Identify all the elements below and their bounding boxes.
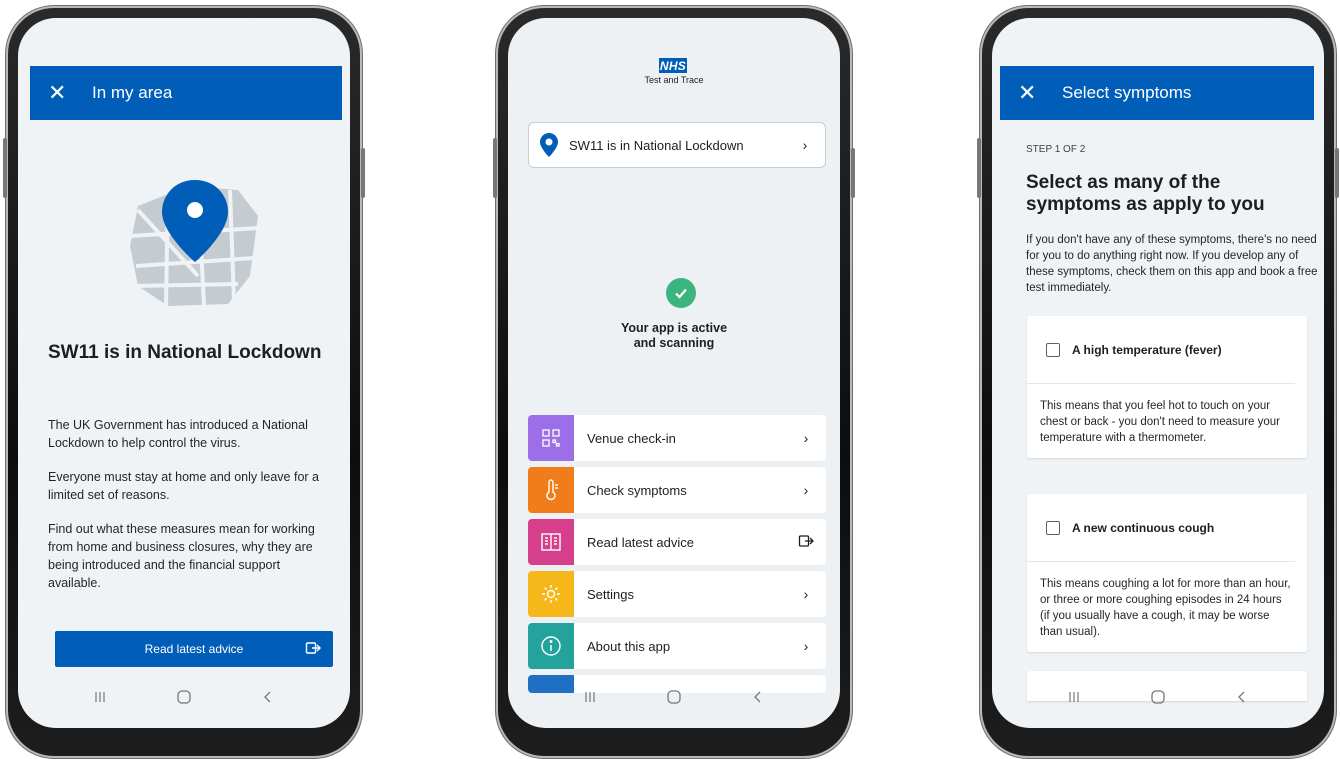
- logo-subtitle: Test and Trace: [644, 75, 704, 85]
- home-menu: Venue check-in › Check symptoms › Read l…: [528, 415, 826, 699]
- menu-item-settings[interactable]: Settings ›: [528, 571, 826, 617]
- map-pin-illustration: [129, 180, 259, 307]
- menu-label: Settings: [587, 586, 634, 602]
- page-title: Select symptoms: [1062, 83, 1192, 102]
- symptoms-heading: Select as many of the symptoms as apply …: [1026, 172, 1265, 215]
- chevron-right-icon: ›: [803, 638, 809, 654]
- close-icon[interactable]: ✕: [1018, 82, 1052, 104]
- recent-apps-icon[interactable]: [1059, 682, 1089, 712]
- chevron-right-icon: ›: [803, 586, 809, 602]
- lockdown-paragraph-1: The UK Government has introduced a Natio…: [48, 418, 308, 450]
- symptom-header: A new continuous cough: [1027, 494, 1295, 562]
- read-latest-advice-button[interactable]: Read latest advice: [55, 631, 333, 667]
- app-bar: ✕ In my area: [30, 66, 342, 120]
- menu-label: About this app: [587, 638, 671, 654]
- area-status-label: SW11 is in National Lockdown: [569, 137, 744, 153]
- menu-item-check-symptoms[interactable]: Check symptoms ›: [528, 467, 826, 513]
- menu-label: Check symptoms: [587, 482, 687, 498]
- area-status-card[interactable]: SW11 is in National Lockdown ›: [528, 122, 826, 168]
- chevron-right-icon: ›: [803, 482, 809, 498]
- external-link-icon: [786, 533, 826, 552]
- phone-select-symptoms: ✕ Select symptoms STEP 1 OF 2 Select as …: [977, 8, 1339, 756]
- screen-select-symptoms: ✕ Select symptoms STEP 1 OF 2 Select as …: [992, 18, 1324, 728]
- step-indicator: STEP 1 OF 2: [1026, 144, 1086, 155]
- symptom-name: A new continuous cough: [1072, 520, 1215, 535]
- symptom-checkbox[interactable]: [1046, 342, 1060, 357]
- android-nav-bar: [992, 666, 1324, 728]
- lockdown-paragraph-3: Find out what these measures mean for wo…: [48, 522, 315, 590]
- menu-item-venue-check-in[interactable]: Venue check-in ›: [528, 415, 826, 461]
- symptom-description: This means coughing a lot for more than …: [1040, 578, 1291, 638]
- button-label: Read latest advice: [144, 642, 244, 656]
- recent-apps-icon[interactable]: [85, 682, 115, 712]
- chevron-right-icon: ›: [802, 137, 808, 153]
- home-icon[interactable]: [659, 682, 689, 712]
- symptoms-intro: If you don't have any of these symptoms,…: [1026, 234, 1318, 294]
- menu-label: Venue check-in: [587, 430, 676, 446]
- phone-home: NHS Test and Trace SW11 is in National L…: [493, 8, 855, 756]
- external-link-icon: [305, 642, 321, 654]
- back-icon[interactable]: [1227, 682, 1257, 712]
- book-icon: [528, 519, 574, 565]
- recent-apps-icon[interactable]: [575, 682, 605, 712]
- menu-item-about-this-app[interactable]: About this app ›: [528, 623, 826, 669]
- chevron-right-icon: ›: [803, 430, 809, 446]
- symptom-card-cough[interactable]: A new continuous cough This means coughi…: [1027, 494, 1307, 652]
- menu-item-read-latest-advice[interactable]: Read latest advice: [528, 519, 826, 565]
- back-icon[interactable]: [253, 682, 283, 712]
- thermometer-icon: [528, 467, 574, 513]
- symptom-name: A high temperature (fever): [1072, 342, 1222, 357]
- lockdown-paragraph-2: Everyone must stay at home and only leav…: [48, 470, 319, 502]
- home-icon[interactable]: [169, 682, 199, 712]
- android-nav-bar: [18, 666, 350, 728]
- symptom-header: A high temperature (fever): [1027, 316, 1295, 384]
- location-pin-icon: [529, 133, 569, 157]
- qr-code-icon: [528, 415, 574, 461]
- app-bar: ✕ Select symptoms: [1000, 66, 1314, 120]
- gear-icon: [528, 571, 574, 617]
- screen-home: NHS Test and Trace SW11 is in National L…: [508, 18, 840, 728]
- stage: ✕ In my area SW11 is in National Lockdow…: [0, 0, 1340, 759]
- symptom-checkbox[interactable]: [1046, 520, 1060, 535]
- screen-in-my-area: ✕ In my area SW11 is in National Lockdow…: [18, 18, 350, 728]
- check-circle-icon: [666, 278, 696, 308]
- menu-label: Read latest advice: [587, 534, 694, 550]
- info-icon: [528, 623, 574, 669]
- symptom-card-fever[interactable]: A high temperature (fever) This means th…: [1027, 316, 1307, 458]
- close-icon[interactable]: ✕: [48, 82, 82, 104]
- back-icon[interactable]: [743, 682, 773, 712]
- lockdown-title: SW11 is in National Lockdown: [48, 342, 322, 363]
- app-status-text: Your app is active and scanning: [620, 321, 728, 350]
- page-title: In my area: [92, 83, 173, 102]
- symptom-description: This means that you feel hot to touch on…: [1040, 400, 1280, 444]
- nhs-logo: NHS: [659, 58, 687, 73]
- android-nav-bar: [508, 666, 840, 728]
- phone-in-my-area: ✕ In my area SW11 is in National Lockdow…: [3, 8, 365, 756]
- home-icon[interactable]: [1143, 682, 1173, 712]
